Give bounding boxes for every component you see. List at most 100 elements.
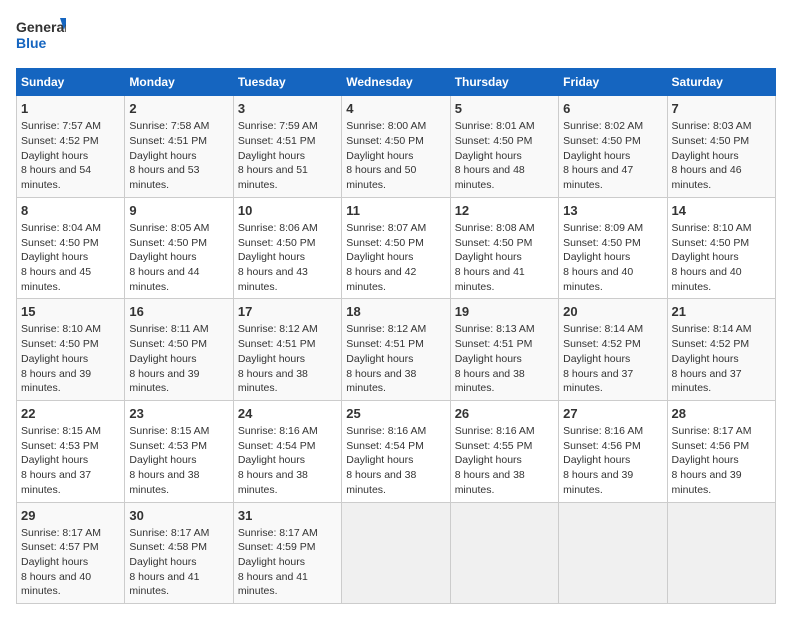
day-number: 22 (21, 405, 120, 423)
day-number: 8 (21, 202, 120, 220)
calendar-cell: 22Sunrise: 8:15 AMSunset: 4:53 PMDayligh… (17, 400, 125, 502)
daylight-label: Daylight hours (455, 454, 522, 466)
calendar-cell: 4Sunrise: 8:00 AMSunset: 4:50 PMDaylight… (342, 96, 450, 198)
daylight-value: 8 hours and 46 minutes. (672, 164, 742, 191)
day-number: 3 (238, 100, 337, 118)
sunrise-label: Sunrise: 8:04 AM (21, 222, 101, 234)
daylight-value: 8 hours and 44 minutes. (129, 266, 199, 293)
day-number: 14 (672, 202, 771, 220)
daylight-value: 8 hours and 40 minutes. (672, 266, 742, 293)
daylight-label: Daylight hours (563, 150, 630, 162)
daylight-label: Daylight hours (21, 251, 88, 263)
sunrise-label: Sunrise: 8:01 AM (455, 120, 535, 132)
sunrise-label: Sunrise: 8:09 AM (563, 222, 643, 234)
sunrise-label: Sunrise: 8:16 AM (346, 425, 426, 437)
daylight-value: 8 hours and 38 minutes. (238, 469, 308, 496)
daylight-value: 8 hours and 37 minutes. (21, 469, 91, 496)
sunrise-label: Sunrise: 8:06 AM (238, 222, 318, 234)
sunset-label: Sunset: 4:56 PM (563, 440, 641, 452)
daylight-label: Daylight hours (672, 150, 739, 162)
day-number: 16 (129, 303, 228, 321)
daylight-label: Daylight hours (21, 150, 88, 162)
sunset-label: Sunset: 4:50 PM (21, 237, 99, 249)
calendar-cell: 18Sunrise: 8:12 AMSunset: 4:51 PMDayligh… (342, 299, 450, 401)
calendar-cell (342, 502, 450, 604)
daylight-value: 8 hours and 37 minutes. (563, 368, 633, 395)
sunrise-label: Sunrise: 8:15 AM (129, 425, 209, 437)
sunrise-label: Sunrise: 7:58 AM (129, 120, 209, 132)
sunrise-label: Sunrise: 8:16 AM (238, 425, 318, 437)
calendar-cell: 5Sunrise: 8:01 AMSunset: 4:50 PMDaylight… (450, 96, 558, 198)
calendar-body: 1Sunrise: 7:57 AMSunset: 4:52 PMDaylight… (17, 96, 776, 604)
day-number: 20 (563, 303, 662, 321)
calendar-cell: 1Sunrise: 7:57 AMSunset: 4:52 PMDaylight… (17, 96, 125, 198)
weekday-header: Tuesday (233, 69, 341, 96)
calendar-cell: 15Sunrise: 8:10 AMSunset: 4:50 PMDayligh… (17, 299, 125, 401)
calendar-week-row: 1Sunrise: 7:57 AMSunset: 4:52 PMDaylight… (17, 96, 776, 198)
day-number: 17 (238, 303, 337, 321)
calendar-week-row: 8 Sunrise: 8:04 AM Sunset: 4:50 PM Daylight… (17, 197, 776, 299)
sunset-label: Sunset: 4:50 PM (129, 338, 207, 350)
svg-text:Blue: Blue (16, 35, 47, 51)
calendar-week-row: 22 Sunrise: 8:15 AM Sunset: 4:53 PM Dayligh… (17, 400, 776, 502)
daylight-label: Daylight hours (129, 556, 196, 568)
daylight-label: Daylight hours (238, 454, 305, 466)
daylight-value: 8 hours and 38 minutes. (455, 368, 525, 395)
sunrise-label: Sunrise: 8:13 AM (455, 323, 535, 335)
calendar-table: SundayMondayTuesdayWednesdayThursdayFrid… (16, 68, 776, 604)
calendar-cell: 25Sunrise: 8:16 AMSunset: 4:54 PMDayligh… (342, 400, 450, 502)
day-number: 10 (238, 202, 337, 220)
day-number: 26 (455, 405, 554, 423)
day-number: 15 (21, 303, 120, 321)
daylight-value: 8 hours and 37 minutes. (672, 368, 742, 395)
sunset-label: Sunset: 4:52 PM (563, 338, 641, 350)
calendar-cell (450, 502, 558, 604)
sunrise-label: Sunrise: 8:16 AM (563, 425, 643, 437)
sunset-label: Sunset: 4:50 PM (563, 135, 641, 147)
calendar-cell: 26Sunrise: 8:16 AMSunset: 4:55 PMDayligh… (450, 400, 558, 502)
daylight-label: Daylight hours (21, 454, 88, 466)
calendar-cell (667, 502, 775, 604)
daylight-label: Daylight hours (129, 353, 196, 365)
daylight-value: 8 hours and 38 minutes. (455, 469, 525, 496)
day-number: 11 (346, 202, 445, 220)
sunset-label: Sunset: 4:52 PM (21, 135, 99, 147)
sunset-label: Sunset: 4:50 PM (346, 237, 424, 249)
daylight-value: 8 hours and 39 minutes. (672, 469, 742, 496)
calendar-week-row: 29Sunrise: 8:17 AMSunset: 4:57 PMDayligh… (17, 502, 776, 604)
logo: General Blue (16, 16, 66, 58)
weekday-header: Thursday (450, 69, 558, 96)
daylight-value: 8 hours and 38 minutes. (346, 368, 416, 395)
daylight-label: Daylight hours (129, 454, 196, 466)
daylight-label: Daylight hours (238, 251, 305, 263)
calendar-cell: 20Sunrise: 8:14 AMSunset: 4:52 PMDayligh… (559, 299, 667, 401)
daylight-value: 8 hours and 41 minutes. (238, 571, 308, 598)
daylight-value: 8 hours and 54 minutes. (21, 164, 91, 191)
sunset-label: Sunset: 4:53 PM (21, 440, 99, 452)
sunrise-label: Sunrise: 8:17 AM (238, 527, 318, 539)
day-number: 25 (346, 405, 445, 423)
sunset-label: Sunset: 4:54 PM (238, 440, 316, 452)
day-number: 27 (563, 405, 662, 423)
daylight-value: 8 hours and 38 minutes. (238, 368, 308, 395)
calendar-cell: 14Sunrise: 8:10 AMSunset: 4:50 PMDayligh… (667, 197, 775, 299)
sunrise-label: Sunrise: 8:17 AM (129, 527, 209, 539)
daylight-label: Daylight hours (346, 353, 413, 365)
daylight-value: 8 hours and 38 minutes. (346, 469, 416, 496)
sunrise-label: Sunrise: 8:08 AM (455, 222, 535, 234)
calendar-cell: 11Sunrise: 8:07 AMSunset: 4:50 PMDayligh… (342, 197, 450, 299)
daylight-label: Daylight hours (21, 556, 88, 568)
daylight-label: Daylight hours (129, 150, 196, 162)
sunrise-label: Sunrise: 8:14 AM (672, 323, 752, 335)
daylight-label: Daylight hours (346, 454, 413, 466)
calendar-cell: 31Sunrise: 8:17 AMSunset: 4:59 PMDayligh… (233, 502, 341, 604)
daylight-value: 8 hours and 41 minutes. (455, 266, 525, 293)
calendar-cell: 17Sunrise: 8:12 AMSunset: 4:51 PMDayligh… (233, 299, 341, 401)
daylight-value: 8 hours and 41 minutes. (129, 571, 199, 598)
weekday-header: Monday (125, 69, 233, 96)
daylight-label: Daylight hours (129, 251, 196, 263)
calendar-week-row: 15Sunrise: 8:10 AMSunset: 4:50 PMDayligh… (17, 299, 776, 401)
calendar-cell (559, 502, 667, 604)
calendar-cell: 24Sunrise: 8:16 AMSunset: 4:54 PMDayligh… (233, 400, 341, 502)
daylight-label: Daylight hours (238, 556, 305, 568)
